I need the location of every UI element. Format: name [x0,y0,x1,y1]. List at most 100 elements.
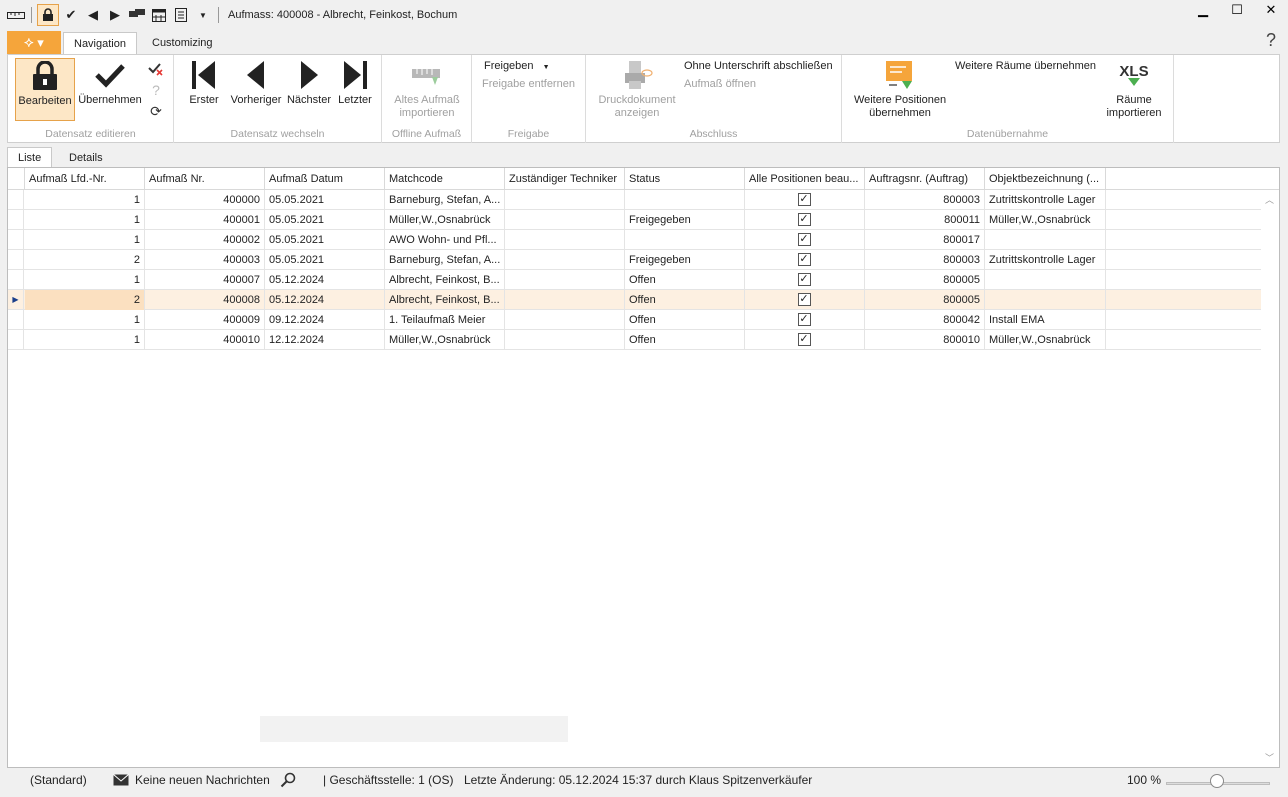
table-cell-alle[interactable]: ✓ [745,270,865,290]
table-cell-tech[interactable] [505,290,625,310]
table-cell-objekt[interactable]: Zutrittskontrolle Lager [985,250,1106,270]
table-row[interactable]: 1 400007 05.12.2024 Albrecht, Feinkost, B..… [8,270,1261,290]
table-cell-alle[interactable]: ✓ [745,310,865,330]
app-menu-button[interactable]: ⯎ ▾ [7,31,61,54]
lock-icon[interactable] [37,4,59,26]
table-cell-match[interactable]: Müller,W.,Osnabrück [385,210,505,230]
help-icon[interactable]: ? [1266,30,1276,51]
table-cell-status[interactable] [625,190,745,210]
tab-navigation[interactable]: Navigation [63,32,137,54]
table-cell-tech[interactable] [505,330,625,350]
calendar-icon[interactable] [149,5,169,25]
table-cell-auftrag[interactable]: 800005 [865,270,985,290]
dropdown-icon[interactable]: ▼ [193,5,213,25]
table-cell-lfd[interactable]: 2 [25,250,145,270]
table-cell-nr[interactable]: 400002 [145,230,265,250]
tab-customizing[interactable]: Customizing [142,32,223,54]
table-cell-datum[interactable]: 05.12.2024 [265,290,385,310]
table-cell-alle[interactable]: ✓ [745,190,865,210]
checkbox[interactable]: ✓ [797,213,811,226]
row-indicator[interactable] [8,190,24,210]
table-cell-alle[interactable]: ✓ [745,330,865,350]
table-row[interactable]: 1 400000 05.05.2021 Barneburg, Stefan, A...… [8,190,1261,210]
aufmass-oeffnen-button[interactable]: Aufmaß öffnen [684,78,756,90]
tab-liste[interactable]: Liste [7,147,53,168]
table-cell-tech[interactable] [505,270,625,290]
column-header[interactable]: Aufmaß Datum [265,168,385,190]
table-cell-status[interactable]: Freigegeben [625,250,745,270]
table-cell-objekt[interactable] [985,290,1106,310]
row-indicator[interactable] [8,230,24,250]
table-cell-match[interactable]: Müller,W.,Osnabrück [385,330,505,350]
table-cell-status[interactable]: Offen [625,270,745,290]
table-cell-auftrag[interactable]: 800003 [865,190,985,210]
table-cell-objekt[interactable]: Zutrittskontrolle Lager [985,190,1106,210]
checkbox[interactable]: ✓ [797,293,811,306]
row-indicator[interactable] [8,310,24,330]
table-cell-lfd[interactable]: 1 [25,190,145,210]
column-header[interactable]: Status [625,168,745,190]
table-row[interactable]: 1 400010 12.12.2024 Müller,W.,Osnabrück Offe… [8,330,1261,350]
table-cell-match[interactable]: AWO Wohn- und Pfl... [385,230,505,250]
table-cell-alle[interactable]: ✓ [745,230,865,250]
table-cell-alle[interactable]: ✓ [745,250,865,270]
table-cell-datum[interactable]: 09.12.2024 [265,310,385,330]
checkbox[interactable]: ✓ [797,233,811,246]
table-cell-datum[interactable]: 05.12.2024 [265,270,385,290]
raeume-importieren-button[interactable]: XLS Räume importieren [1100,58,1168,120]
scroll-up-icon[interactable]: ︿ [1265,193,1274,206]
arrow-left-icon[interactable]: ◀ [83,5,103,25]
table-cell-lfd[interactable]: 1 [25,270,145,290]
table-row[interactable]: 1 400002 05.05.2021 AWO Wohn- und Pfl... ✓ 80… [8,230,1261,250]
table-cell-objekt[interactable] [985,270,1106,290]
column-header[interactable]: Alle Positionen beau... [745,168,865,190]
table-cell-match[interactable]: Barneburg, Stefan, A... [385,190,505,210]
checkbox[interactable]: ✓ [797,313,811,326]
table-cell-nr[interactable]: 400007 [145,270,265,290]
table-row[interactable]: ▶ 2 400008 05.12.2024 Albrecht, Feinkost, B.… [8,290,1261,310]
letzter-button[interactable]: Letzter [334,58,376,107]
vertical-scrollbar[interactable]: ︿ ﹀ [1261,190,1279,767]
table-cell-datum[interactable]: 05.05.2021 [265,230,385,250]
table-cell-lfd[interactable]: 1 [25,230,145,250]
table-cell-lfd[interactable]: 2 [25,290,145,310]
altes-aufmass-importieren-button[interactable]: Altes Aufmaß importieren [386,58,468,120]
table-cell-tech[interactable] [505,190,625,210]
table-cell-tech[interactable] [505,210,625,230]
table-cell-lfd[interactable]: 1 [25,210,145,230]
vorheriger-button[interactable]: Vorheriger [228,58,284,107]
table-row[interactable]: 1 400009 09.12.2024 1. Teilaufmaß Meier Offe… [8,310,1261,330]
arrow-right-icon[interactable]: ▶ [105,5,125,25]
table-cell-lfd[interactable]: 1 [25,330,145,350]
checkbox[interactable]: ✓ [797,253,811,266]
table-cell-tech[interactable] [505,310,625,330]
table-cell-objekt[interactable]: Müller,W.,Osnabrück [985,330,1106,350]
table-cell-status[interactable]: Freigegeben [625,210,745,230]
column-header[interactable]: Objektbezeichnung (... [985,168,1106,190]
question-icon[interactable]: ? [147,81,165,99]
column-header[interactable]: Auftragsnr. (Auftrag) [865,168,985,190]
document-icon[interactable] [171,5,191,25]
table-cell-tech[interactable] [505,250,625,270]
table-row[interactable]: 2 400003 05.05.2021 Barneburg, Stefan, A...… [8,250,1261,270]
discard-changes-icon[interactable] [147,60,165,78]
table-cell-nr[interactable]: 400009 [145,310,265,330]
table-cell-match[interactable]: Albrecht, Feinkost, B... [385,290,505,310]
table-cell-status[interactable]: Offen [625,290,745,310]
table-cell-match[interactable]: Barneburg, Stefan, A... [385,250,505,270]
ruler-icon[interactable] [6,5,26,25]
druckdokument-anzeigen-button[interactable]: Druckdokument anzeigen [592,58,682,120]
checkbox[interactable]: ✓ [797,193,811,206]
table-row[interactable]: 1 400001 05.05.2021 Müller,W.,Osnabrück Frei… [8,210,1261,230]
table-cell-objekt[interactable]: Install EMA [985,310,1106,330]
uebernehmen-button[interactable]: Übernehmen [78,58,142,107]
refresh-icon[interactable]: ⟳ [147,102,165,120]
table-cell-objekt[interactable]: Müller,W.,Osnabrück [985,210,1106,230]
checkbox[interactable]: ✓ [797,273,811,286]
row-indicator[interactable] [8,250,24,270]
tab-details[interactable]: Details [59,147,113,168]
table-cell-auftrag[interactable]: 800003 [865,250,985,270]
chat-icon[interactable] [127,5,147,25]
column-header[interactable]: Matchcode [385,168,505,190]
messages-status[interactable]: Keine neuen Nachrichten [135,773,270,787]
